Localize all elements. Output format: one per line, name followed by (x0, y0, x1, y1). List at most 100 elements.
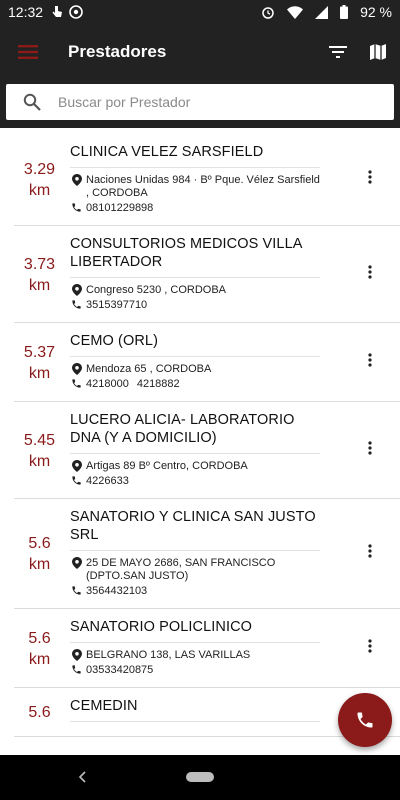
provider-address: Mendoza 65 , CORDOBA (86, 363, 212, 375)
provider-address-row: Artigas 89 Bº Centro, CORDOBA (70, 460, 320, 473)
provider-name: CEMEDIN (70, 697, 320, 722)
provider-info: SANATORIO POLICLINICO BELGRANO 138, LAS … (70, 618, 320, 679)
provider-phone[interactable]: 03533420875 (86, 664, 153, 676)
phone-icon (70, 475, 83, 486)
provider-phone[interactable]: 3564432103 (86, 585, 147, 597)
page-title: Prestadores (68, 42, 167, 61)
distance-value: 5.45 (23, 431, 56, 449)
provider-phones: 3564432103 (70, 585, 320, 598)
distance-value: 3.73 (23, 255, 56, 273)
distance-unit: km (28, 182, 51, 199)
wifi-icon (287, 5, 304, 19)
more-options-button[interactable] (362, 168, 378, 192)
provider-name: SANATORIO Y CLINICA SAN JUSTO SRL (70, 508, 320, 551)
provider-address: 25 DE MAYO 2686, SAN FRANCISCO (DPTO.SAN… (86, 557, 276, 582)
provider-distance: 3.29 km (12, 143, 67, 217)
distance-unit: km (28, 276, 51, 294)
provider-distance: 3.73 km (12, 235, 67, 314)
provider-list[interactable]: 3.29 km CLINICA VELEZ SARSFIELD Naciones… (0, 128, 400, 755)
provider-list-item[interactable]: 5.37 km CEMO (ORL) Mendoza 65 , CORDOBA … (14, 323, 400, 402)
distance-value: 5.6 (28, 629, 51, 647)
provider-distance: 5.6 km (12, 618, 67, 679)
phone-icon (70, 664, 83, 675)
more-options-button[interactable] (362, 262, 378, 286)
search-input[interactable] (58, 94, 394, 110)
signal-icon (315, 5, 329, 19)
more-vert-icon (368, 544, 372, 563)
more-options-button[interactable] (362, 438, 378, 462)
map-icon (370, 44, 386, 60)
distance-value: 5.37 (23, 343, 56, 361)
more-options-button[interactable] (362, 636, 378, 660)
more-options-button[interactable] (362, 350, 378, 374)
distance-value: 3.29 (23, 161, 56, 178)
phone-icon (70, 299, 83, 310)
home-pill-button[interactable] (186, 772, 214, 782)
hamburger-menu-icon (18, 45, 38, 59)
location-pin-icon (70, 557, 83, 569)
provider-list-item[interactable]: 5.6 km SANATORIO Y CLINICA SAN JUSTO SRL… (14, 499, 400, 609)
more-vert-icon (368, 170, 372, 189)
distance-unit: km (28, 452, 51, 470)
touch-icon (51, 5, 63, 19)
filter-button[interactable] (320, 24, 356, 80)
phone-icon (357, 712, 373, 728)
distance-unit: km (28, 556, 51, 573)
back-chevron-icon (78, 771, 86, 783)
app-notification-icon (69, 5, 83, 19)
filter-icon (329, 46, 347, 58)
distance-unit: km (28, 650, 51, 668)
provider-list-item[interactable]: 3.29 km CLINICA VELEZ SARSFIELD Naciones… (14, 134, 400, 226)
search-bar (0, 80, 400, 128)
location-pin-icon (70, 363, 83, 375)
status-time: 12:32 (8, 4, 44, 20)
provider-list-item[interactable]: 5.6 km SANATORIO POLICLINICO BELGRANO 13… (14, 609, 400, 688)
provider-distance: 5.45 km (12, 411, 67, 490)
distance-value: 5.6 (28, 704, 51, 721)
phone-icon (70, 202, 83, 213)
provider-phone[interactable]: 4226633 (86, 475, 129, 487)
provider-info: CEMEDIN (70, 697, 320, 728)
provider-list-item[interactable]: 3.73 km CONSULTORIOS MEDICOS VILLA LIBER… (14, 226, 400, 323)
provider-address-row: 25 DE MAYO 2686, SAN FRANCISCO (DPTO.SAN… (70, 557, 320, 583)
location-pin-icon (70, 649, 83, 661)
call-fab-button[interactable] (338, 693, 392, 747)
status-right: 92 % (261, 4, 392, 20)
provider-name: CONSULTORIOS MEDICOS VILLA LIBERTADOR (70, 235, 320, 278)
distance-value: 5.6 (28, 535, 51, 552)
alarm-icon (261, 5, 275, 19)
menu-button[interactable] (0, 24, 56, 80)
search-icon (8, 93, 56, 111)
provider-address-row: Mendoza 65 , CORDOBA (70, 363, 320, 376)
more-vert-icon (368, 352, 372, 372)
provider-phone[interactable]: 3515397710 (86, 299, 147, 311)
back-button[interactable] (74, 767, 90, 787)
provider-phones: 3515397710 (70, 299, 320, 312)
location-pin-icon (70, 174, 83, 186)
more-options-button[interactable] (362, 542, 378, 566)
provider-phones: 4226633 (70, 475, 320, 488)
more-vert-icon (368, 264, 372, 284)
provider-info: CLINICA VELEZ SARSFIELD Naciones Unidas … (70, 143, 320, 217)
battery-percent: 92 % (360, 4, 392, 20)
provider-address: BELGRANO 138, LAS VARILLAS (86, 649, 251, 661)
provider-phone[interactable]: 4218882 (137, 378, 180, 390)
map-button[interactable] (360, 24, 396, 80)
system-nav-bar (0, 755, 400, 800)
provider-distance: 5.6 (12, 697, 67, 728)
provider-phone[interactable]: 08101229898 (86, 202, 153, 214)
provider-list-item[interactable]: 5.45 km LUCERO ALICIA- LABORATORIO DNA (… (14, 402, 400, 499)
phone-icon (70, 585, 83, 596)
provider-name: CEMO (ORL) (70, 332, 320, 357)
search-box (6, 84, 394, 120)
app-bar: Prestadores (0, 24, 400, 80)
provider-phones: 03533420875 (70, 664, 320, 677)
provider-address-row: Congreso 5230 , CORDOBA (70, 284, 320, 297)
provider-address-row: Naciones Unidas 984 · Bº Pque. Vélez Sar… (70, 174, 320, 200)
provider-address: Congreso 5230 , CORDOBA (86, 284, 227, 296)
phone-icon (70, 378, 83, 389)
provider-distance: 5.6 km (12, 508, 67, 600)
provider-name: SANATORIO POLICLINICO (70, 618, 320, 643)
provider-phone[interactable]: 4218000 (86, 378, 129, 390)
provider-phones: 4218000 4218882 (70, 378, 320, 391)
